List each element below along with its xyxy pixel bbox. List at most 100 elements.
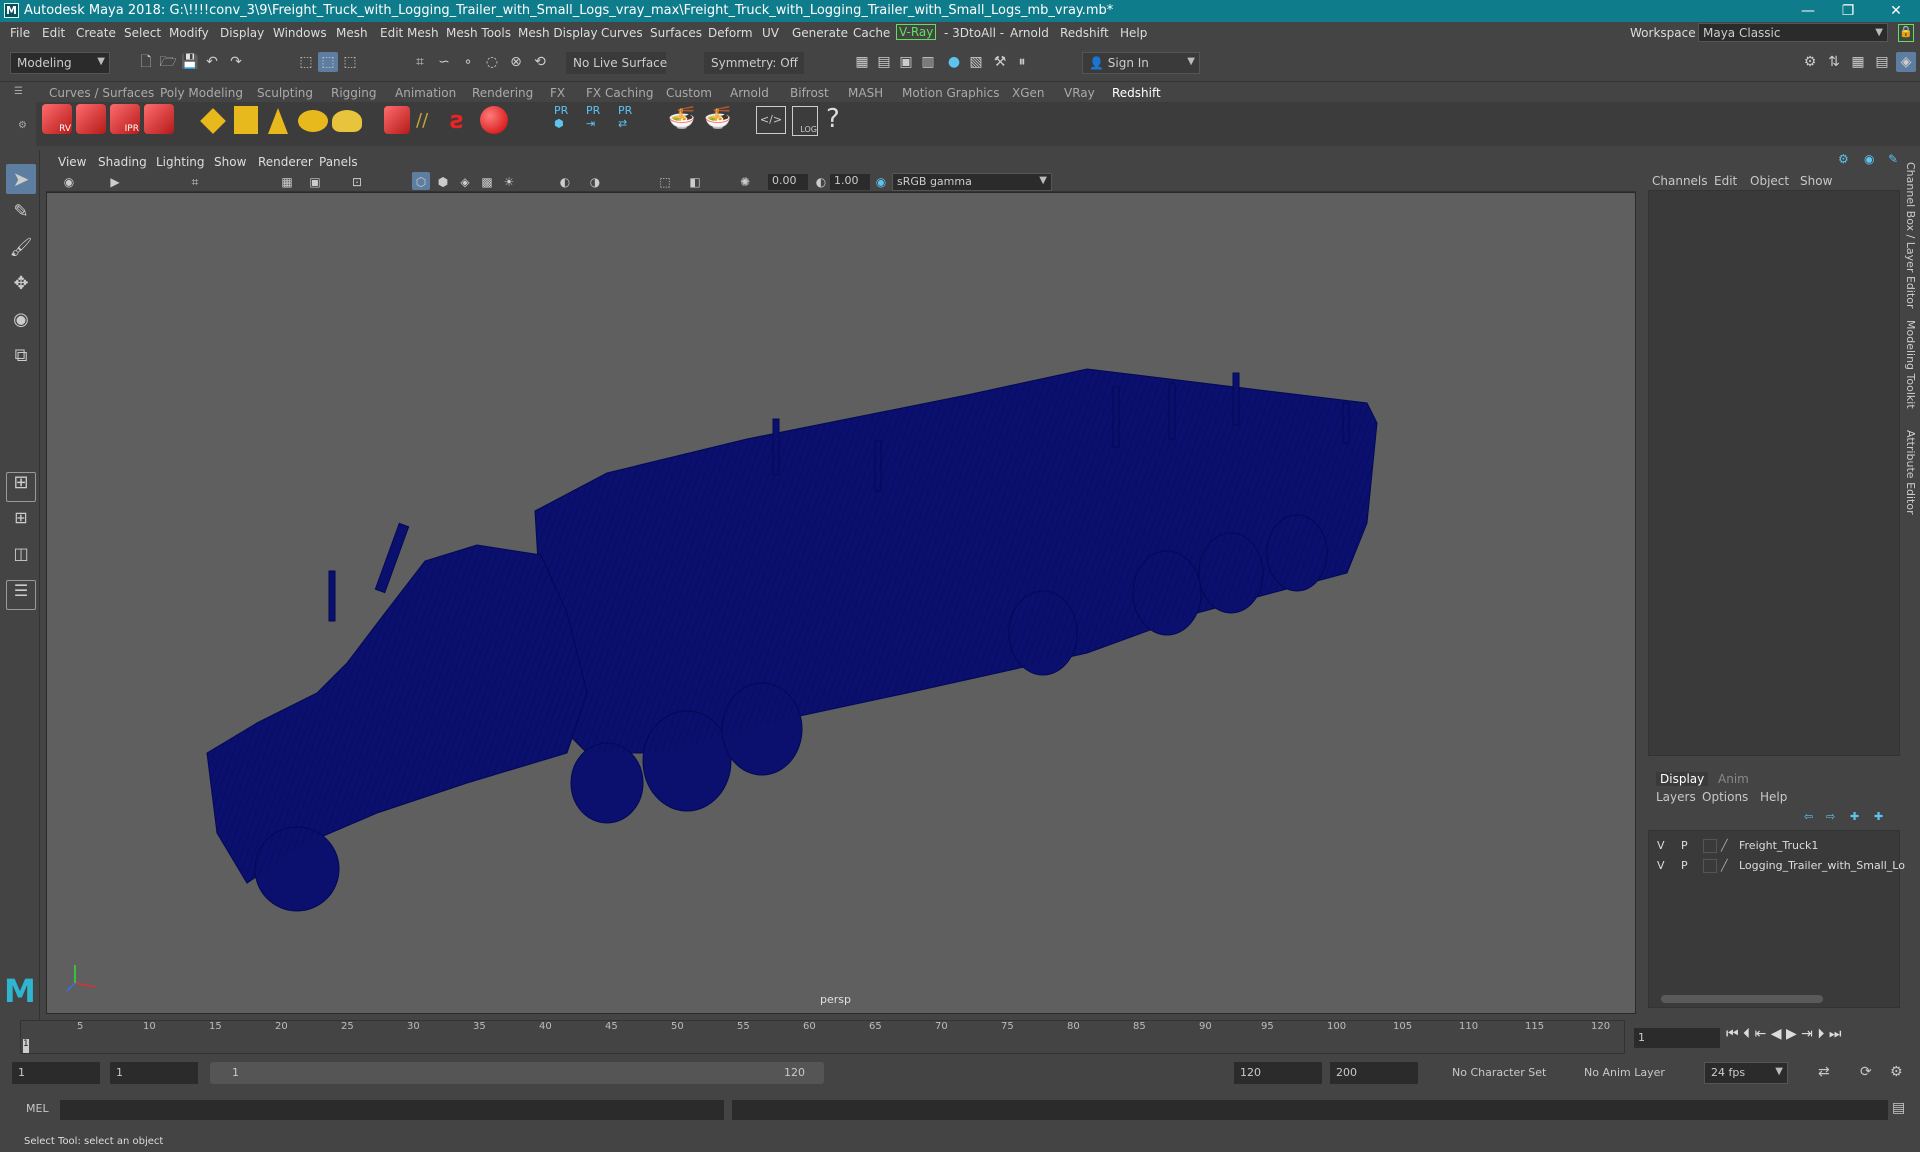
- lights-icon[interactable]: ☀: [500, 172, 518, 190]
- channel-box-icon[interactable]: ▦: [1848, 52, 1868, 72]
- menu-3dtoall[interactable]: - 3DtoAll -: [944, 26, 1004, 40]
- redshift-ipr-icon[interactable]: IPR: [110, 104, 140, 134]
- viewport-menu-shading[interactable]: Shading: [98, 155, 147, 169]
- layers-menu[interactable]: Layers: [1656, 790, 1696, 804]
- auto-key-icon[interactable]: ⟳: [1860, 1064, 1872, 1080]
- menu-mesh-tools[interactable]: Mesh Tools: [446, 26, 511, 40]
- exposure-icon[interactable]: ✺: [736, 172, 754, 190]
- step-back-icon[interactable]: ⏴: [1743, 1026, 1750, 1042]
- shelf-tab[interactable]: Curves / Surfaces: [49, 86, 154, 100]
- menu-file[interactable]: File: [10, 26, 30, 40]
- paint-select-icon[interactable]: 🖌: [6, 238, 36, 268]
- move-layer-down-icon[interactable]: ⇨: [1826, 810, 1835, 823]
- redshift-spot-light-icon[interactable]: [268, 108, 288, 134]
- go-to-end-icon[interactable]: ⏭: [1829, 1026, 1842, 1042]
- scene-wireframe[interactable]: [47, 193, 1637, 1015]
- redshift-hair-icon[interactable]: //: [416, 110, 446, 132]
- modeling-toolkit-icon[interactable]: ⚙: [1800, 52, 1820, 72]
- menu-vray[interactable]: V-Ray: [896, 24, 937, 40]
- camera-attributes-icon[interactable]: ▶: [106, 172, 124, 190]
- range-slider[interactable]: 1 120: [210, 1062, 824, 1084]
- rotate-tool-icon[interactable]: ◉: [6, 310, 36, 340]
- menu-windows[interactable]: Windows: [273, 26, 327, 40]
- viewport-menu-panels[interactable]: Panels: [319, 155, 358, 169]
- redshift-proxy-icon[interactable]: [384, 106, 410, 134]
- move-tool-icon[interactable]: ✥: [6, 274, 36, 304]
- shelf-tab[interactable]: Bifrost: [790, 86, 829, 100]
- redshift-bowl-2-icon[interactable]: 🍜: [704, 106, 736, 134]
- shelf-settings-icon[interactable]: ⚙: [18, 120, 28, 131]
- shelf-tab[interactable]: Rendering: [472, 86, 533, 100]
- time-slider[interactable]: 1 5 10 15 20 25 30 35 40 45 50 55 60 65 …: [20, 1020, 1625, 1054]
- shelf-tab[interactable]: Motion Graphics: [902, 86, 1000, 100]
- step-forward-key-icon[interactable]: ⇥: [1801, 1026, 1813, 1042]
- select-tool-icon[interactable]: ➤: [6, 164, 36, 194]
- redshift-volume-icon[interactable]: ƨ: [450, 106, 476, 134]
- shelf-tab[interactable]: Rigging: [331, 86, 376, 100]
- step-back-key-icon[interactable]: ⇤: [1755, 1026, 1767, 1042]
- ipr-render-icon[interactable]: ▣: [896, 52, 916, 72]
- menu-mesh-display[interactable]: Mesh Display: [518, 26, 598, 40]
- shelf-tab[interactable]: Poly Modeling: [160, 86, 243, 100]
- wireframe-icon[interactable]: ⬡: [412, 172, 430, 190]
- shelf-tab[interactable]: FX Caching: [586, 86, 653, 100]
- redshift-sun-icon[interactable]: [332, 110, 362, 132]
- menu-modify[interactable]: Modify: [169, 26, 209, 40]
- menu-arnold[interactable]: Arnold: [1010, 26, 1049, 40]
- ambient-occlusion-icon[interactable]: ◑: [586, 172, 604, 190]
- outliner-icon[interactable]: ⇅: [1824, 52, 1844, 72]
- viewport-persp[interactable]: [46, 192, 1636, 1014]
- tab-anim[interactable]: Anim: [1718, 772, 1749, 786]
- gamma-icon[interactable]: ◐: [812, 172, 830, 190]
- menu-edit[interactable]: Edit: [42, 26, 65, 40]
- shelf-tab[interactable]: XGen: [1012, 86, 1045, 100]
- redshift-settings-icon[interactable]: [144, 104, 174, 134]
- snap-point-icon[interactable]: ∘: [458, 52, 478, 72]
- minimize-button[interactable]: —: [1792, 0, 1824, 22]
- layer-display-type[interactable]: [1703, 859, 1717, 873]
- new-layer-selected-icon[interactable]: ✚: [1874, 810, 1883, 823]
- step-forward-icon[interactable]: ⏵: [1817, 1026, 1824, 1042]
- help-icon[interactable]: ?: [826, 104, 848, 136]
- sign-in-button[interactable]: 👤 Sign In ▼: [1082, 52, 1200, 74]
- side-tab-channel-box[interactable]: Channel Box / Layer Editor: [1904, 162, 1917, 309]
- layer-editor-icon[interactable]: ◈: [1896, 52, 1916, 72]
- undo-icon[interactable]: ↶: [202, 52, 222, 72]
- hypershade-icon[interactable]: ●: [944, 52, 964, 72]
- layer-color-icon[interactable]: ╱: [1721, 839, 1728, 852]
- layer-row[interactable]: V P ╱ Logging_Trailer_with_Small_Lo: [1649, 857, 1905, 875]
- render-sequence-icon[interactable]: ▧: [966, 52, 986, 72]
- exposure-field[interactable]: 0.00: [768, 174, 808, 190]
- camera-select-icon[interactable]: ◉: [60, 172, 78, 190]
- wireframe-on-shaded-icon[interactable]: ◈: [456, 172, 474, 190]
- mode-dropdown[interactable]: Modeling ▼: [10, 52, 110, 74]
- menu-display[interactable]: Display: [220, 26, 264, 40]
- viewport-menu-renderer[interactable]: Renderer: [258, 155, 313, 169]
- redo-icon[interactable]: ↷: [226, 52, 246, 72]
- layer-visibility[interactable]: V: [1657, 859, 1665, 872]
- redshift-bowl-icon[interactable]: 🍜: [668, 106, 700, 134]
- layer-row[interactable]: V P ╱ Freight_Truck1: [1649, 837, 1901, 855]
- tool-settings-icon[interactable]: ▤: [1872, 52, 1892, 72]
- menu-select[interactable]: Select: [124, 26, 161, 40]
- shelf-tab-active[interactable]: Redshift: [1112, 86, 1161, 100]
- safe-action-icon[interactable]: ⊡: [348, 172, 366, 190]
- layer-color-icon[interactable]: ╱: [1721, 859, 1728, 872]
- workspace-dropdown[interactable]: Maya Classic ▼: [1698, 23, 1888, 42]
- snap-live-icon[interactable]: ⟲: [530, 52, 550, 72]
- color-space-dropdown[interactable]: sRGB gamma ▼: [892, 173, 1052, 191]
- layer-name[interactable]: Logging_Trailer_with_Small_Lo: [1739, 859, 1905, 872]
- redshift-render-view-icon[interactable]: RV: [42, 104, 72, 134]
- redshift-batch-render-icon[interactable]: [76, 104, 106, 134]
- redshift-light-icon[interactable]: [200, 108, 226, 134]
- edit-menu[interactable]: Edit: [1714, 174, 1737, 188]
- color-management-icon[interactable]: ◉: [872, 172, 890, 190]
- redshift-area-light-icon[interactable]: [234, 106, 258, 134]
- four-view-icon[interactable]: ⊞: [6, 508, 36, 538]
- snap-view-icon[interactable]: ◌: [482, 52, 502, 72]
- menu-mesh[interactable]: Mesh: [336, 26, 368, 40]
- anim-layer-dropdown[interactable]: No Anim Layer: [1584, 1066, 1665, 1079]
- menu-cache[interactable]: Cache: [853, 26, 890, 40]
- layer-visibility[interactable]: V: [1657, 839, 1665, 852]
- menu-edit-mesh[interactable]: Edit Mesh: [380, 26, 439, 40]
